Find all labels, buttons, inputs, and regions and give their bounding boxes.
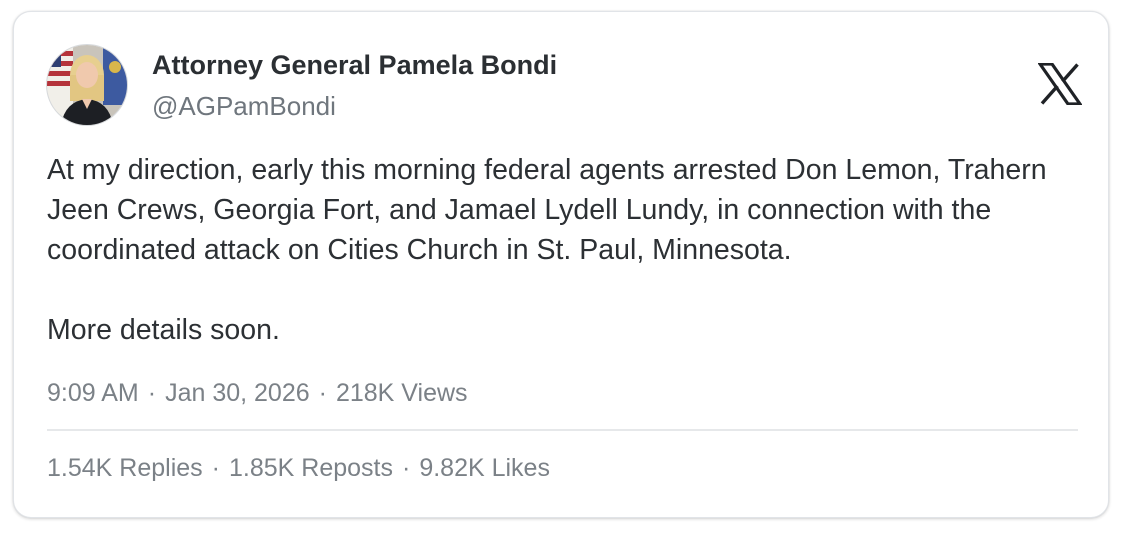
post-date[interactable]: Jan 30, 2026 <box>165 379 310 407</box>
separator: · <box>147 379 157 407</box>
post-meta: 9:09 AM · Jan 30, 2026 · 218K Views <box>47 379 468 408</box>
separator: · <box>211 454 220 482</box>
post-card[interactable]: Attorney General Pamela Bondi @AGPamBond… <box>13 11 1109 518</box>
engagement-stats: 1.54K Replies · 1.85K Reposts · 9.82K Likes <box>47 454 550 483</box>
author-avatar[interactable] <box>47 45 127 125</box>
x-logo-icon[interactable] <box>1036 62 1084 106</box>
post-text: At my direction, early this morning fede… <box>47 150 1087 350</box>
separator: · <box>318 379 327 407</box>
author-name[interactable]: Attorney General Pamela Bondi <box>152 50 557 81</box>
post-paragraph: More details soon. <box>47 314 280 346</box>
author-handle[interactable]: @AGPamBondi <box>152 91 336 122</box>
post-time[interactable]: 9:09 AM <box>47 379 139 407</box>
post-paragraph: At my direction, early this morning fede… <box>47 154 1047 266</box>
avatar-photo <box>47 45 127 125</box>
reposts-count[interactable]: 1.85K Reposts <box>229 454 393 482</box>
replies-count[interactable]: 1.54K Replies <box>47 454 203 482</box>
post-views: 218K Views <box>335 379 468 407</box>
divider <box>47 429 1078 431</box>
separator: · <box>401 454 411 482</box>
likes-count[interactable]: 9.82K Likes <box>419 454 550 482</box>
